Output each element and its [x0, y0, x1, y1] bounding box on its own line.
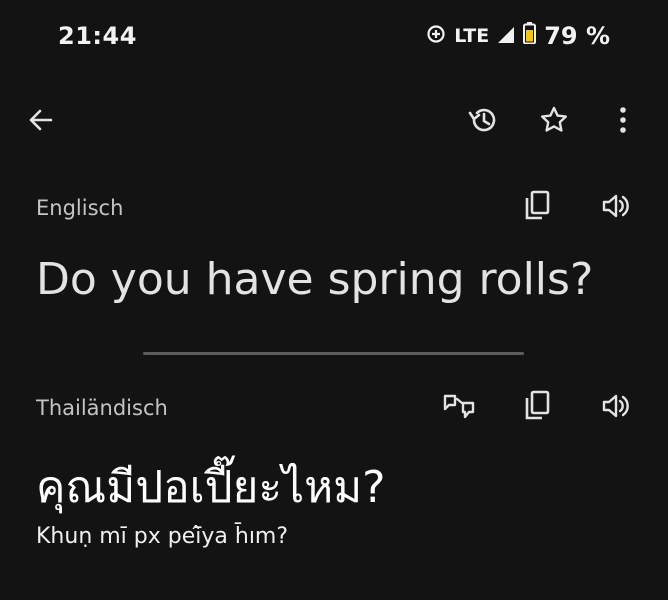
status-time: 21:44 [58, 22, 137, 50]
copy-target-button[interactable] [515, 386, 559, 430]
signal-icon [497, 22, 515, 50]
battery-icon [523, 22, 537, 50]
speaker-icon [601, 392, 631, 424]
swap-languages-button[interactable] [437, 386, 481, 430]
network-type: LTE [454, 25, 490, 47]
status-indicators: LTE 79 % [426, 22, 610, 50]
speak-source-button[interactable] [594, 186, 638, 230]
more-vert-icon [618, 106, 628, 138]
transliteration-text: Khuṇ mī px peī̂ya h̄ım? [36, 524, 289, 549]
speak-target-button[interactable] [594, 386, 638, 430]
more-options-button[interactable] [601, 100, 645, 144]
speaker-icon [601, 192, 631, 224]
battery-percent: 79 % [544, 22, 610, 50]
history-icon [467, 104, 499, 140]
source-text[interactable]: Do you have spring rolls? [36, 254, 593, 305]
copy-source-button[interactable] [515, 186, 559, 230]
section-divider [143, 352, 524, 355]
swap-icon [441, 390, 477, 426]
data-saver-icon [426, 22, 446, 50]
history-button[interactable] [461, 100, 505, 144]
favorite-button[interactable] [532, 100, 576, 144]
back-arrow-icon [27, 106, 55, 138]
source-language-label: Englisch [36, 196, 124, 220]
copy-icon [523, 390, 551, 426]
copy-icon [523, 190, 551, 226]
star-icon [539, 105, 569, 139]
target-language-label: Thailändisch [36, 396, 168, 420]
back-button[interactable] [19, 100, 63, 144]
target-text[interactable]: คุณมีปอเปี๊ยะไหม? [36, 452, 386, 522]
